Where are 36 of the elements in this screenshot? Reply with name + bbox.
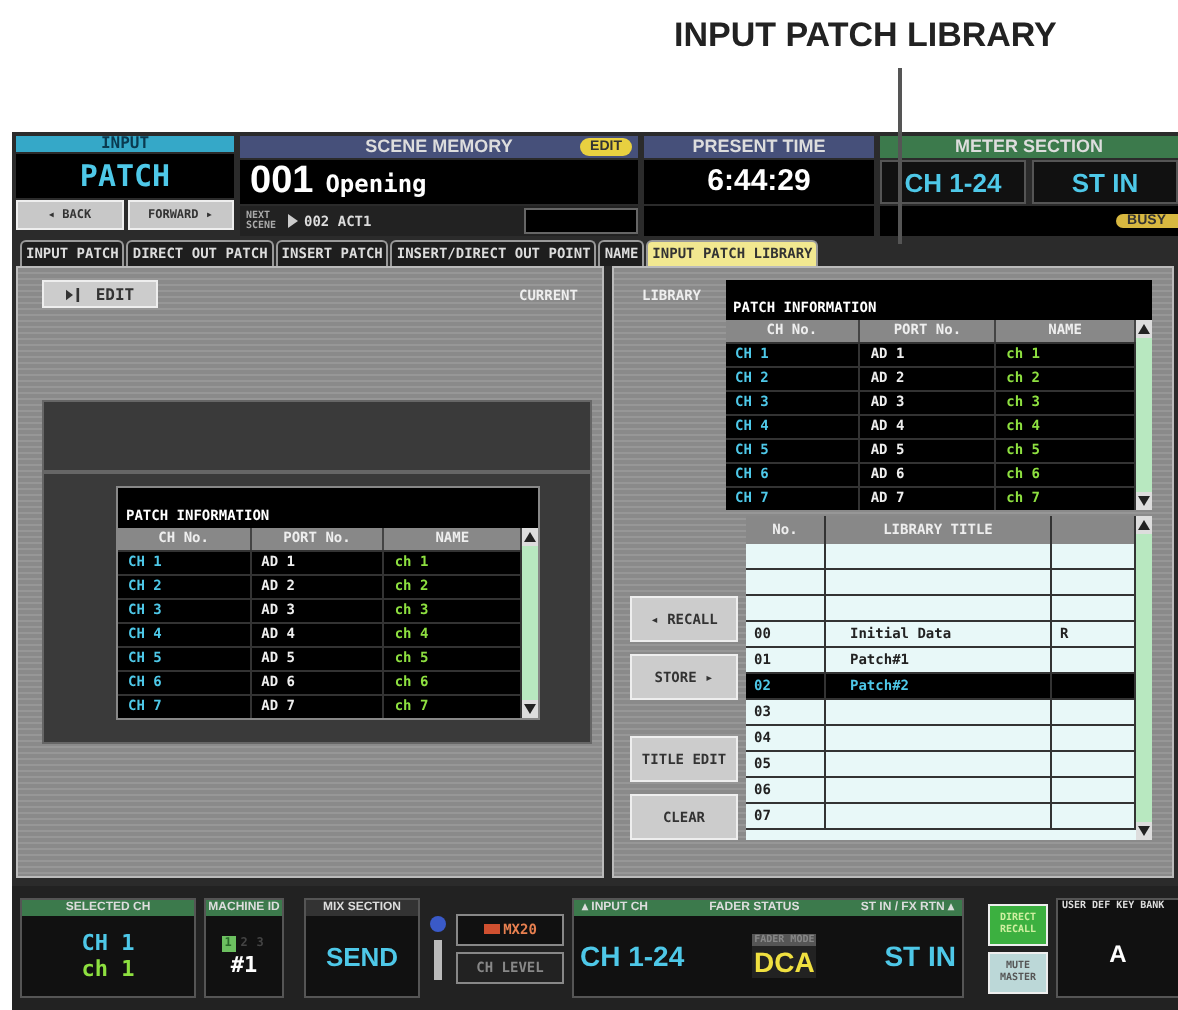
arrow-icon [65,287,80,301]
selected-channel-name: ch 1 [81,956,135,982]
empty-row[interactable] [746,544,1136,570]
scroll-up-icon[interactable] [1136,516,1152,534]
arrow-icon [288,214,298,228]
scrollbar[interactable] [522,528,538,718]
st-in-value: ST IN [884,940,956,972]
function-category: INPUT [16,136,234,152]
callout-label: INPUT PATCH LIBRARY [674,16,1057,56]
machine-id: #1 [230,951,258,977]
edit-button[interactable]: EDIT [42,280,158,308]
present-time-title: PRESENT TIME [692,136,826,158]
scene-number: 001 [250,160,314,204]
scene-memory-title: SCENE MEMORY [365,136,513,158]
scroll-up-icon[interactable] [522,528,538,546]
empty-row[interactable] [746,570,1136,596]
meter-section-title: METER SECTION [954,136,1103,158]
user-key-bank: A [1109,940,1127,968]
scroll-down-icon[interactable] [1136,492,1152,510]
mix-section-value: SEND [325,941,399,971]
scroll-down-icon[interactable] [522,700,538,718]
scroll-down-icon[interactable] [1136,822,1152,840]
function-name: PATCH [16,154,234,198]
input-ch-value: CH 1-24 [580,940,685,972]
scene-name: Opening [325,170,427,198]
meter-button[interactable]: ST IN [1032,160,1178,204]
next-scene-indicator [524,208,638,234]
scroll-up-icon[interactable] [1136,320,1152,338]
empty-row[interactable] [746,596,1136,622]
scrollbar[interactable] [1136,320,1152,510]
selected-channel: CH 1 [81,930,135,956]
fader-mode: DCA [754,946,815,978]
knob-icon [428,912,448,984]
meter-button[interactable]: CH 1-24 [880,160,1026,204]
present-time: 6:44:29 [644,160,874,204]
scrollbar[interactable] [1136,516,1152,840]
